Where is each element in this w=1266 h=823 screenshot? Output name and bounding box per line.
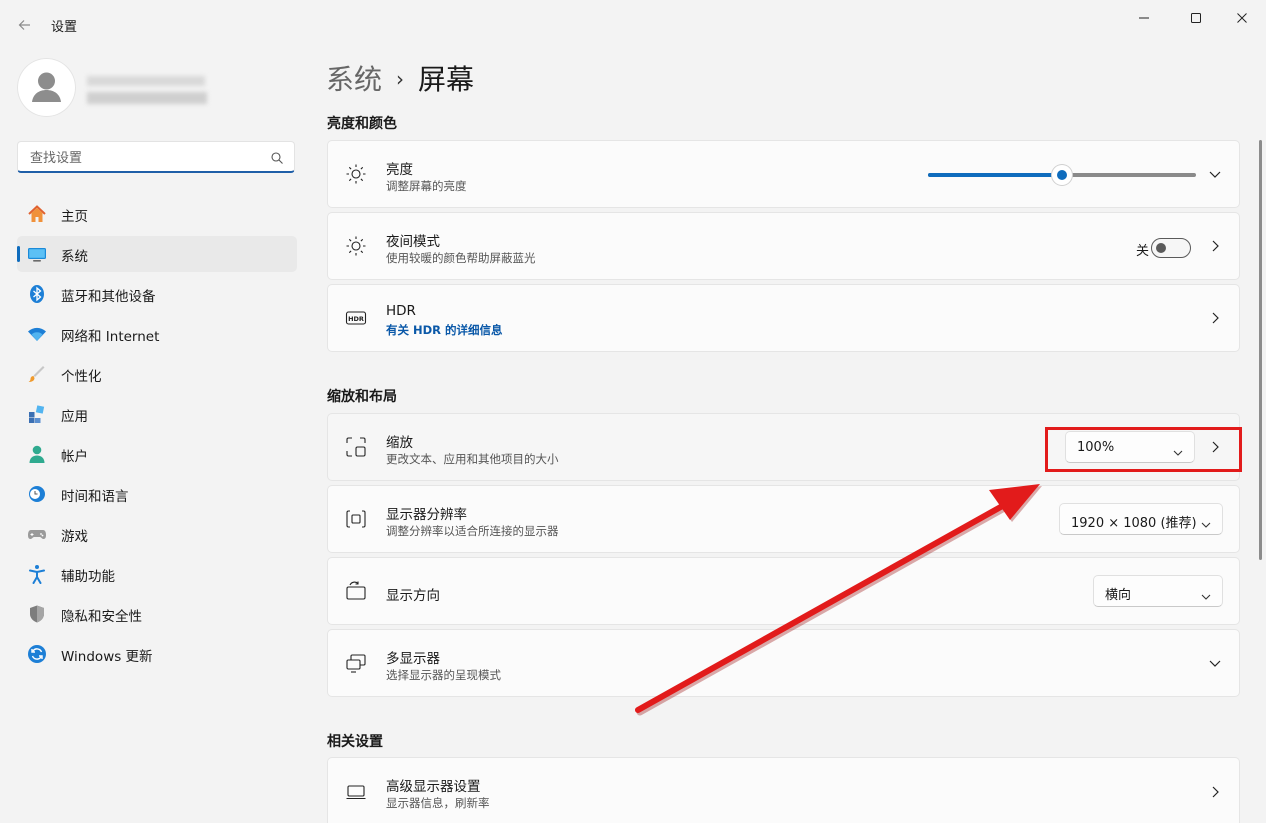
section-title-scale-layout: 缩放和布局 [327, 389, 397, 405]
orientation-dropdown[interactable]: 横向 [1093, 575, 1223, 607]
sidebar-item-network[interactable]: 网络和 Internet [17, 316, 297, 352]
orientation-title: 显示方向 [386, 588, 440, 604]
chevron-right-icon[interactable] [1207, 310, 1223, 326]
breadcrumb: 系统 › 屏幕 [326, 58, 474, 98]
chevron-down-icon[interactable] [1207, 166, 1223, 182]
clock-globe-icon [27, 484, 47, 504]
sidebar-item-bluetooth[interactable]: 蓝牙和其他设备 [17, 276, 297, 312]
chevron-down-icon[interactable] [1207, 655, 1223, 671]
chevron-down-icon [1200, 515, 1212, 528]
resolution-title: 显示器分辨率 [386, 507, 467, 523]
orientation-card[interactable]: 显示方向 横向 [327, 557, 1240, 625]
home-icon [27, 204, 47, 224]
night-light-card[interactable]: 夜间模式 使用较暖的颜色帮助屏蔽蓝光 关 [327, 212, 1240, 280]
brush-icon [27, 364, 47, 384]
sidebar-nav: 主页 系统 蓝牙和其他设备 网络和 Internet 个性化 应用 帐户 时间和… [17, 196, 297, 676]
account-icon [27, 444, 47, 464]
multiple-displays-icon [345, 652, 367, 674]
brightness-slider-thumb[interactable] [1052, 165, 1072, 185]
section-title-related-settings: 相关设置 [327, 734, 383, 750]
scale-title: 缩放 [386, 435, 413, 451]
chevron-down-icon [1200, 587, 1212, 600]
night-light-toggle[interactable] [1151, 238, 1191, 258]
svg-text:HDR: HDR [348, 315, 364, 323]
search-box[interactable] [17, 141, 295, 173]
night-light-state-label: 关 [1135, 244, 1149, 259]
maximize-icon[interactable] [1182, 8, 1210, 28]
scrollbar[interactable] [1259, 140, 1262, 560]
apps-icon [27, 404, 47, 424]
brightness-slider[interactable] [928, 165, 1196, 185]
hdr-card[interactable]: HDR HDR 有关 HDR 的详细信息 [327, 284, 1240, 352]
brightness-slider-fill [928, 173, 1062, 177]
multiple-displays-subtitle: 选择显示器的呈现模式 [386, 668, 501, 682]
resolution-card[interactable]: 显示器分辨率 调整分辨率以适合所连接的显示器 1920 × 1080 (推荐) [327, 485, 1240, 553]
brightness-card[interactable]: 亮度 调整屏幕的亮度 [327, 140, 1240, 208]
orientation-icon [345, 580, 367, 602]
night-light-icon [345, 235, 367, 257]
close-icon[interactable] [1228, 8, 1256, 28]
system-icon [27, 244, 47, 264]
resolution-dropdown[interactable]: 1920 × 1080 (推荐) [1059, 503, 1223, 535]
annotation-highlight-box [1045, 427, 1242, 472]
minimize-icon[interactable] [1130, 8, 1158, 28]
app-title: 设置 [51, 20, 78, 35]
sidebar-item-apps[interactable]: 应用 [17, 396, 297, 432]
multiple-displays-card[interactable]: 多显示器 选择显示器的呈现模式 [327, 629, 1240, 697]
page-title: 屏幕 [418, 63, 475, 96]
sidebar-item-time-language[interactable]: 时间和语言 [17, 476, 297, 512]
hdr-icon: HDR [345, 307, 367, 329]
resolution-subtitle: 调整分辨率以适合所连接的显示器 [386, 524, 559, 538]
section-title-brightness-color: 亮度和颜色 [327, 116, 397, 132]
advanced-display-title: 高级显示器设置 [386, 779, 481, 795]
advanced-display-subtitle: 显示器信息，刷新率 [386, 796, 490, 810]
night-light-title: 夜间模式 [386, 234, 440, 250]
accessibility-icon [27, 564, 47, 584]
back-arrow-icon[interactable] [14, 14, 36, 36]
wifi-icon [27, 324, 47, 344]
sidebar-item-windows-update[interactable]: Windows 更新 [17, 636, 297, 672]
title-bar: 设置 [0, 0, 1266, 48]
search-icon[interactable] [270, 150, 284, 164]
breadcrumb-separator-icon: › [396, 67, 405, 91]
sidebar-item-system[interactable]: 系统 [17, 236, 297, 272]
brightness-title: 亮度 [386, 162, 413, 178]
blurred-user-name [87, 76, 205, 86]
hdr-title: HDR [386, 303, 416, 319]
scale-icon [345, 436, 367, 458]
avatar [17, 58, 76, 117]
update-icon [27, 644, 47, 664]
hdr-info-link[interactable]: 有关 HDR 的详细信息 [386, 322, 503, 338]
chevron-right-icon[interactable] [1207, 784, 1223, 800]
monitor-icon [345, 781, 367, 803]
multiple-displays-title: 多显示器 [386, 651, 440, 667]
night-light-subtitle: 使用较暖的颜色帮助屏蔽蓝光 [386, 251, 536, 265]
sidebar-item-personalization[interactable]: 个性化 [17, 356, 297, 392]
toggle-knob [1156, 243, 1166, 253]
blurred-user-email [87, 92, 207, 104]
scale-subtitle: 更改文本、应用和其他项目的大小 [386, 452, 559, 466]
search-input[interactable] [28, 148, 262, 168]
chevron-right-icon[interactable] [1207, 238, 1223, 254]
breadcrumb-parent[interactable]: 系统 [326, 63, 382, 96]
resolution-dropdown-value: 1920 × 1080 (推荐) [1071, 516, 1197, 531]
resolution-icon [345, 508, 367, 530]
gamepad-icon [27, 524, 47, 544]
sidebar-item-privacy[interactable]: 隐私和安全性 [17, 596, 297, 632]
advanced-display-card[interactable]: 高级显示器设置 显示器信息，刷新率 [327, 757, 1240, 823]
sidebar-item-home[interactable]: 主页 [17, 196, 297, 232]
bluetooth-icon [27, 284, 47, 304]
brightness-subtitle: 调整屏幕的亮度 [386, 179, 467, 193]
orientation-dropdown-value: 横向 [1105, 588, 1132, 603]
shield-icon [27, 604, 47, 624]
sidebar-item-accounts[interactable]: 帐户 [17, 436, 297, 472]
sidebar-item-gaming[interactable]: 游戏 [17, 516, 297, 552]
brightness-sun-icon [345, 163, 367, 185]
sidebar-item-accessibility[interactable]: 辅助功能 [17, 556, 297, 592]
selection-indicator [17, 246, 20, 262]
